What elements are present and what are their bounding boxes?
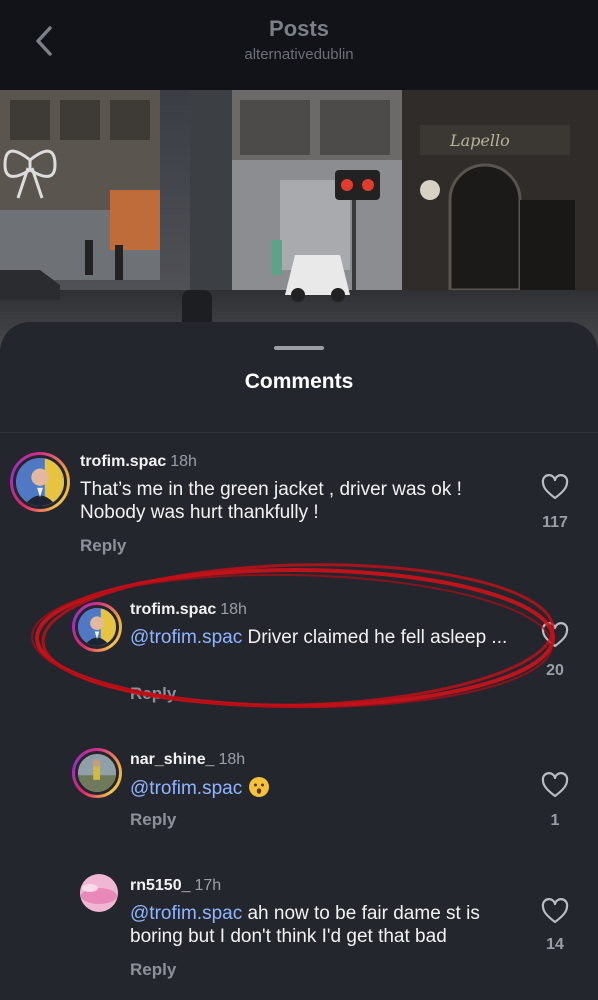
- reply-button[interactable]: Reply: [130, 810, 176, 830]
- heart-icon: [541, 898, 569, 924]
- timestamp: 18h: [220, 601, 247, 618]
- like-button[interactable]: [541, 772, 569, 798]
- heart-icon: [541, 772, 569, 798]
- comments-title: Comments: [244, 370, 354, 393]
- avatar[interactable]: [72, 602, 122, 652]
- shop-sign-text: Lapello: [449, 131, 510, 150]
- username[interactable]: trofim.spac: [80, 453, 166, 470]
- timestamp: 18h: [218, 751, 246, 768]
- mention-link[interactable]: @trofim.spac: [130, 778, 242, 799]
- username[interactable]: rn5150_: [130, 877, 191, 894]
- avatar[interactable]: [72, 748, 122, 798]
- mention-link[interactable]: @trofim.spac: [130, 627, 242, 648]
- username[interactable]: nar_shine_: [130, 751, 214, 768]
- page-subtitle: alternativedublin: [244, 46, 354, 63]
- reply-button[interactable]: Reply: [130, 960, 176, 980]
- user-photo: [16, 458, 64, 506]
- comment-text: That’s me in the green jacket , driver w…: [80, 479, 462, 523]
- post-photo[interactable]: Lapello: [0, 90, 598, 350]
- timestamp: 17h: [194, 877, 222, 894]
- like-button[interactable]: [541, 898, 569, 924]
- comment-text: Driver claimed he fell asleep ...: [242, 627, 508, 648]
- hushed-face-emoji: [249, 777, 270, 797]
- sheet-grabber[interactable]: [274, 346, 324, 350]
- like-count: 14: [546, 936, 564, 953]
- top-bar: Posts alternativedublin: [0, 0, 598, 90]
- street-scene-image: Lapello: [0, 90, 598, 350]
- username[interactable]: trofim.spac: [130, 601, 216, 618]
- reply-button[interactable]: Reply: [80, 536, 126, 556]
- like-count: 1: [550, 812, 560, 829]
- heart-icon: [541, 622, 569, 648]
- like-button[interactable]: [541, 474, 569, 500]
- user-photo: [78, 608, 116, 646]
- heart-icon: [541, 474, 569, 500]
- like-button[interactable]: [541, 622, 569, 648]
- user-photo: [78, 754, 116, 792]
- reply-button[interactable]: Reply: [130, 684, 176, 704]
- divider: [0, 432, 598, 433]
- like-count: 117: [542, 514, 568, 531]
- avatar[interactable]: [80, 874, 118, 912]
- timestamp: 18h: [170, 453, 197, 470]
- avatar[interactable]: [10, 452, 70, 512]
- user-photo: [80, 874, 118, 912]
- mention-link[interactable]: @trofim.spac: [130, 903, 242, 924]
- like-count: 20: [546, 662, 564, 679]
- page-title: Posts: [269, 16, 329, 41]
